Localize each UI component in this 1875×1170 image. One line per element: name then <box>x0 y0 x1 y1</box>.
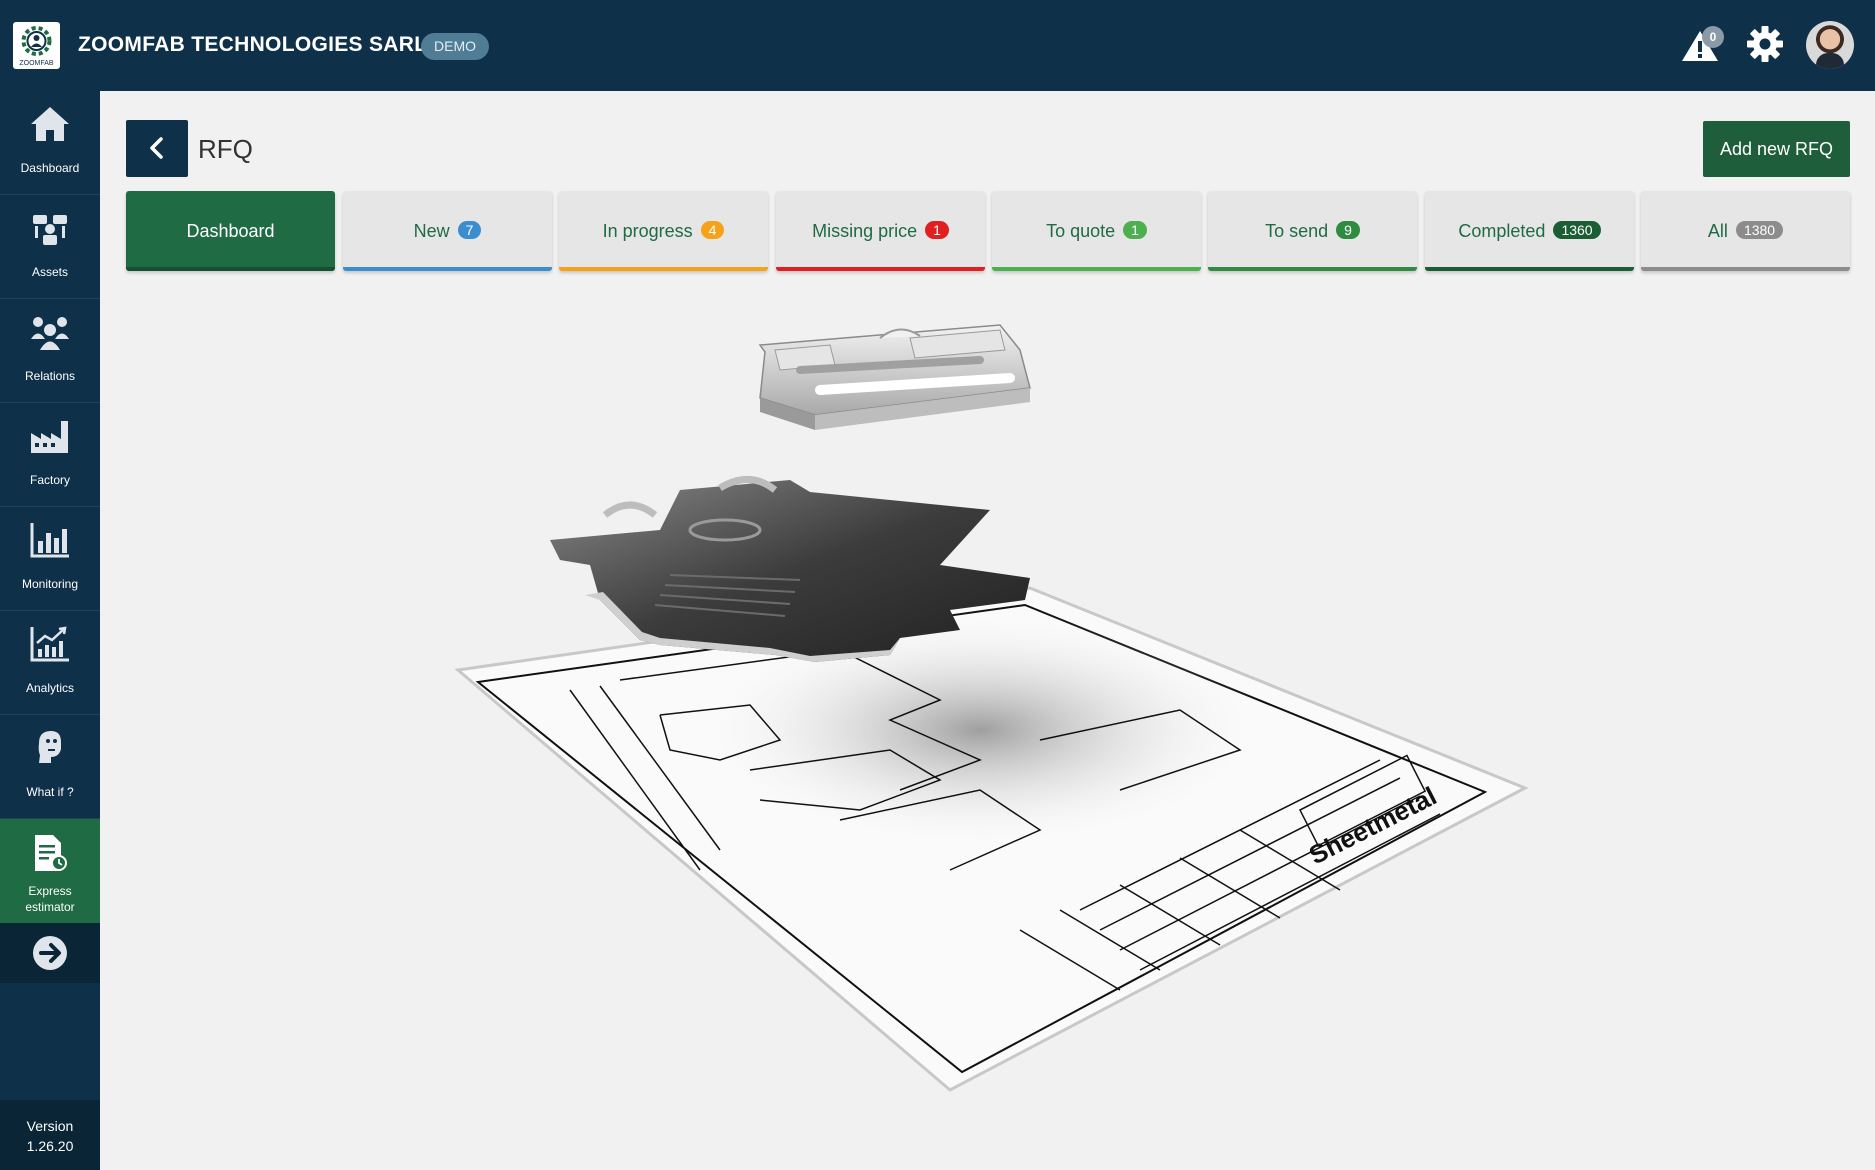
back-button[interactable] <box>126 120 188 177</box>
sidebar-item-label-line1: Express <box>28 884 72 898</box>
sidebar-item-label-line2: estimator <box>25 900 75 914</box>
sidebar-item-label: Assets <box>31 265 68 279</box>
logo-text: ZOOMFAB <box>19 60 54 67</box>
sidebar-nav: Dashboard Assets Relations Factory Monit… <box>0 91 100 1170</box>
tab-count-badge: 4 <box>700 221 725 240</box>
tab-count-badge: 1 <box>1123 221 1147 240</box>
tab-label: Missing price <box>812 221 918 241</box>
assets-icon <box>33 215 67 245</box>
sidebar-item-label: Relations <box>24 369 76 383</box>
version-number: 1.26.20 <box>26 1138 74 1154</box>
bent-tray-part <box>758 324 1031 430</box>
sidebar-item-factory[interactable]: Factory <box>0 403 100 507</box>
tab-in-progress[interactable]: In progress 4 <box>559 191 768 271</box>
top-bar: ZOOMFAB ZOOMFAB TECHNOLOGIES SARL DEMO 0 <box>0 0 1875 91</box>
tab-underline <box>992 267 1201 271</box>
sidebar-item-label: Factory <box>29 473 70 487</box>
sidebar-item-express-estimator[interactable]: Express estimator <box>0 819 100 923</box>
gear-logo-icon <box>21 26 52 56</box>
sidebar-item-label: Dashboard <box>20 161 80 175</box>
tab-underline <box>559 267 768 271</box>
tab-underline <box>126 267 335 271</box>
technical-drawing: Sheetmetal <box>454 586 1529 1092</box>
sidebar-item-dashboard[interactable]: Dashboard <box>0 91 100 195</box>
tab-missing-price[interactable]: Missing price 1 <box>776 191 985 271</box>
tab-label: New <box>413 221 450 241</box>
arrow-right-circle-icon <box>33 936 67 970</box>
relations-icon <box>31 317 69 350</box>
sidebar-item-relations[interactable]: Relations <box>0 299 100 403</box>
user-avatar[interactable] <box>1806 21 1854 69</box>
sidebar-item-monitoring[interactable]: Monitoring <box>0 507 100 611</box>
thinking-person-icon <box>38 731 61 763</box>
settings-gear-icon[interactable] <box>1746 25 1784 63</box>
version-info: Version 1.26.20 <box>0 1100 100 1170</box>
tab-to-quote[interactable]: To quote 1 <box>992 191 1201 271</box>
tab-count-badge: 1 <box>925 221 949 240</box>
factory-icon <box>31 421 68 453</box>
tab-underline <box>1641 267 1850 271</box>
tab-label: Completed <box>1458 221 1546 241</box>
tab-all[interactable]: All 1380 <box>1641 191 1850 271</box>
company-logo[interactable]: ZOOMFAB <box>13 22 60 69</box>
tab-to-send[interactable]: To send 9 <box>1208 191 1417 271</box>
tab-underline <box>1208 267 1417 271</box>
version-label: Version <box>26 1118 74 1134</box>
chevron-left-icon <box>150 137 163 159</box>
demo-badge: DEMO <box>421 33 489 60</box>
tab-completed[interactable]: Completed 1360 <box>1425 191 1634 271</box>
home-icon <box>31 107 69 141</box>
tab-underline <box>1425 267 1634 271</box>
company-name: ZOOMFAB TECHNOLOGIES SARL <box>78 33 428 56</box>
tab-label: To send <box>1265 221 1329 241</box>
add-new-rfq-button[interactable]: Add new RFQ <box>1703 121 1850 177</box>
analytics-icon <box>30 626 69 662</box>
tab-count-badge: 7 <box>457 221 482 240</box>
tab-new[interactable]: New 7 <box>343 191 552 271</box>
tab-dashboard[interactable]: Dashboard <box>126 191 335 271</box>
notification-count-badge: 0 <box>1702 26 1724 48</box>
sidebar-collapse-button[interactable] <box>0 923 100 983</box>
sidebar-item-assets[interactable]: Assets <box>0 195 100 299</box>
tab-label: Dashboard <box>186 221 275 241</box>
sidebar-item-label: Monitoring <box>21 577 79 591</box>
tab-label: In progress <box>602 221 693 241</box>
tab-count-badge: 1360 <box>1553 221 1601 240</box>
tab-underline <box>343 267 552 271</box>
tab-label: To quote <box>1046 221 1116 241</box>
sidebar-item-label: Analytics <box>25 681 75 695</box>
estimator-icon <box>35 835 67 871</box>
tab-underline <box>776 267 985 271</box>
tab-label: All <box>1707 221 1728 241</box>
sheetmetal-illustration: Sheetmetal <box>454 324 1529 1092</box>
tab-count-badge: 1380 <box>1735 221 1784 240</box>
page-title: RFQ <box>198 134 253 164</box>
sidebar-item-what-if[interactable]: What if ? <box>0 715 100 819</box>
sidebar-item-label: What if ? <box>26 785 74 799</box>
tab-count-badge: 9 <box>1336 221 1360 240</box>
bar-chart-icon <box>30 523 69 558</box>
sidebar-item-analytics[interactable]: Analytics <box>0 611 100 715</box>
